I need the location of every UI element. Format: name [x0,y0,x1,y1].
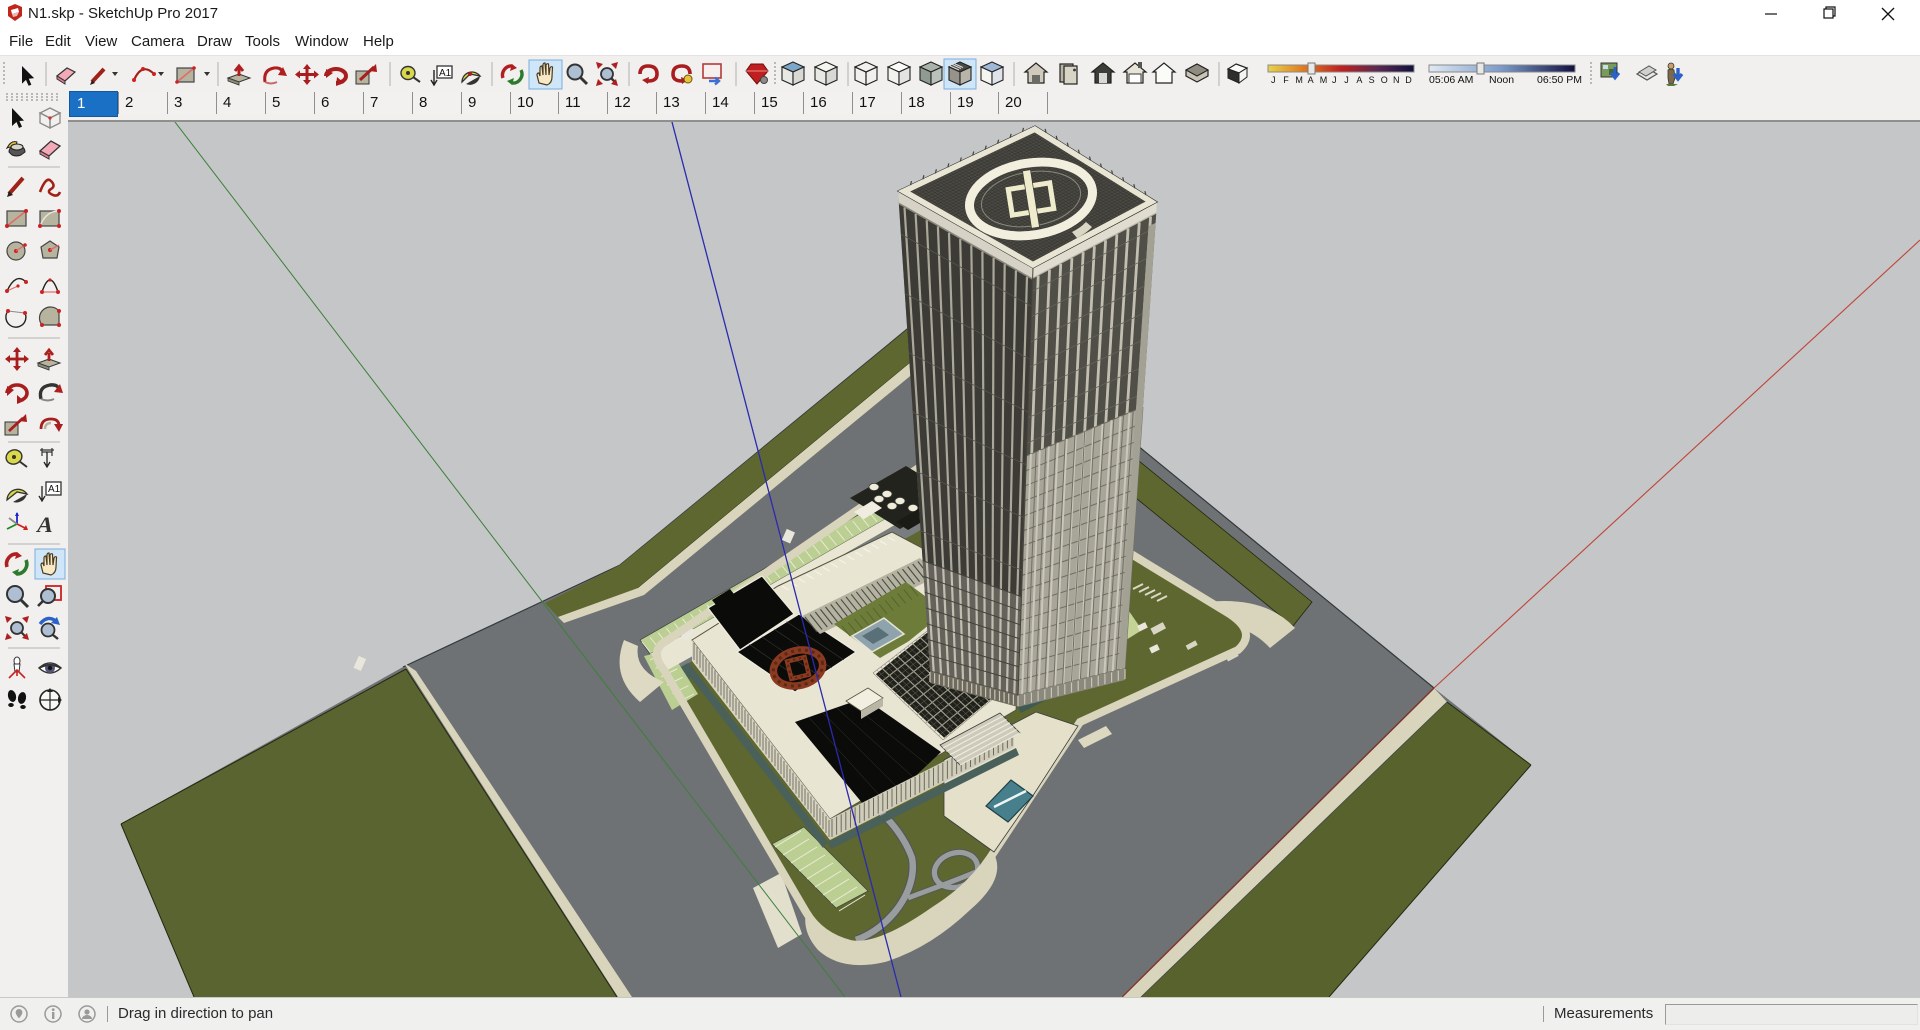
svg-text:06:50 PM: 06:50 PM [1537,74,1582,86]
svg-text:05:06 AM: 05:06 AM [1429,74,1473,86]
svg-text:F: F [1283,75,1289,85]
svg-text:M: M [1320,75,1328,85]
svg-text:A1: A1 [48,484,61,495]
svg-text:A1: A1 [439,68,452,79]
svg-text:N: N [1393,75,1400,85]
svg-text:Noon: Noon [1489,74,1514,86]
svg-text:O: O [1381,75,1388,85]
svg-text:J: J [1332,75,1337,85]
svg-text:S: S [1369,75,1375,85]
svg-text:M: M [1295,75,1303,85]
svg-text:D: D [1405,75,1412,85]
svg-text:A: A [1308,75,1314,85]
svg-text:J: J [1271,75,1276,85]
svg-text:A: A [35,512,56,537]
svg-text:A: A [1356,75,1362,85]
svg-text:J: J [1344,75,1349,85]
